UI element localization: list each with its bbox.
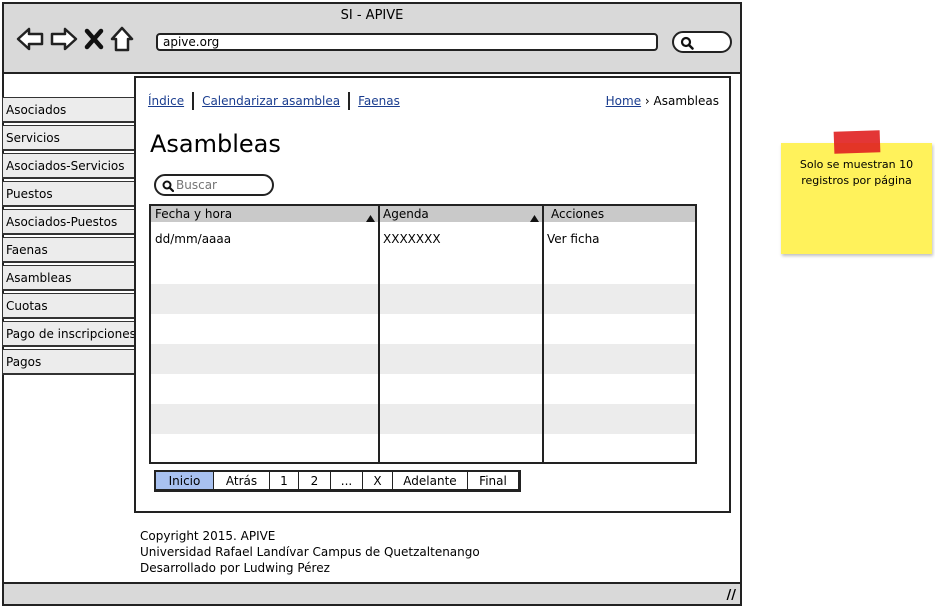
page-button-2[interactable]: 2 bbox=[298, 472, 330, 489]
sidebar-item-asociados-puestos[interactable]: Asociados-Puestos bbox=[2, 209, 136, 235]
tab-bar: Índice Calendarizar asamblea Faenas bbox=[148, 92, 408, 110]
back-arrow-icon[interactable] bbox=[16, 27, 44, 51]
footer-developer: Desarrollado por Ludwing Pérez bbox=[140, 561, 330, 575]
cell-ver-ficha-link[interactable]: Ver ficha bbox=[543, 224, 695, 254]
sidebar-item-asambleas[interactable]: Asambleas bbox=[2, 265, 136, 291]
column-header-fecha[interactable]: Fecha y hora bbox=[151, 206, 379, 222]
main-content: Índice Calendarizar asamblea Faenas Home… bbox=[134, 76, 731, 513]
column-header-acciones: Acciones bbox=[543, 206, 695, 222]
column-divider bbox=[378, 206, 380, 462]
table-row bbox=[151, 374, 695, 404]
footer: Copyright 2015. APIVE Universidad Rafael… bbox=[140, 528, 480, 576]
breadcrumb: Home › Asambleas bbox=[606, 94, 719, 108]
sidebar-item-servicios[interactable]: Servicios bbox=[2, 125, 136, 151]
table-row bbox=[151, 314, 695, 344]
sidebar-item-faenas[interactable]: Faenas bbox=[2, 237, 136, 263]
tab-faenas[interactable]: Faenas bbox=[348, 92, 408, 110]
column-divider bbox=[542, 206, 544, 462]
sidebar-item-pago-inscripciones[interactable]: Pago de inscripciones bbox=[2, 321, 136, 347]
table-row bbox=[151, 254, 695, 284]
home-icon[interactable] bbox=[110, 26, 134, 52]
browser-nav bbox=[16, 24, 134, 54]
page-button-atras[interactable]: Atrás bbox=[213, 472, 269, 489]
close-icon[interactable] bbox=[84, 28, 104, 50]
page-button-ellipsis[interactable]: ... bbox=[330, 472, 362, 489]
browser-search-box[interactable] bbox=[672, 31, 732, 53]
resize-grip-icon[interactable]: // bbox=[727, 588, 737, 603]
forward-arrow-icon[interactable] bbox=[50, 27, 78, 51]
cell-agenda: XXXXXXX bbox=[383, 232, 441, 246]
tab-indice[interactable]: Índice bbox=[148, 92, 192, 110]
window-title: SI - APIVE bbox=[340, 8, 404, 23]
search-box[interactable] bbox=[154, 174, 274, 196]
url-bar[interactable]: apive.org bbox=[156, 33, 658, 51]
column-header-label: Acciones bbox=[551, 207, 605, 221]
browser-titlebar: SI - APIVE apive.org bbox=[4, 4, 740, 74]
tab-calendarizar-asamblea[interactable]: Calendarizar asamblea bbox=[192, 92, 348, 110]
breadcrumb-current: Asambleas bbox=[653, 94, 719, 108]
column-header-label: Agenda bbox=[383, 207, 429, 221]
search-input[interactable] bbox=[176, 177, 266, 193]
sidebar-item-pagos[interactable]: Pagos bbox=[2, 349, 136, 375]
page-button-final[interactable]: Final bbox=[467, 472, 518, 489]
table-row[interactable]: dd/mm/aaaa XXXXXXX Ver ficha bbox=[151, 224, 695, 254]
page-button-inicio[interactable]: Inicio bbox=[156, 472, 213, 489]
page-title: Asambleas bbox=[150, 130, 281, 158]
footer-university: Universidad Rafael Landívar Campus de Qu… bbox=[140, 545, 480, 559]
sidebar-item-puestos[interactable]: Puestos bbox=[2, 181, 136, 207]
breadcrumb-separator: › bbox=[644, 94, 650, 108]
table-row bbox=[151, 404, 695, 434]
page-button-1[interactable]: 1 bbox=[269, 472, 298, 489]
sidebar-item-cuotas[interactable]: Cuotas bbox=[2, 293, 136, 319]
sidebar-item-asociados-servicios[interactable]: Asociados-Servicios bbox=[2, 153, 136, 179]
cell-fecha: dd/mm/aaaa bbox=[155, 232, 232, 246]
data-table: Fecha y hora Agenda Acciones dd/mm/aaaa … bbox=[149, 204, 697, 464]
page-button-x[interactable]: X bbox=[362, 472, 392, 489]
tape-decoration bbox=[833, 130, 881, 154]
table-header: Fecha y hora Agenda Acciones bbox=[151, 206, 695, 222]
sticky-note: Solo se muestran 10 registros por página bbox=[781, 130, 932, 254]
column-header-label: Fecha y hora bbox=[155, 207, 233, 221]
column-header-agenda[interactable]: Agenda bbox=[379, 206, 543, 222]
browser-statusbar: // bbox=[4, 582, 740, 604]
breadcrumb-home-link[interactable]: Home bbox=[606, 94, 641, 108]
sidebar: Asociados Servicios Asociados-Servicios … bbox=[2, 97, 136, 377]
sticky-note-text: Solo se muestran 10 registros por página bbox=[799, 158, 914, 187]
table-row bbox=[151, 434, 695, 462]
table-row bbox=[151, 284, 695, 314]
footer-copyright: Copyright 2015. APIVE bbox=[140, 529, 276, 543]
sidebar-item-asociados[interactable]: Asociados bbox=[2, 97, 136, 123]
table-row bbox=[151, 344, 695, 374]
pagination: Inicio Atrás 1 2 ... X Adelante Final bbox=[154, 470, 521, 492]
page-button-adelante[interactable]: Adelante bbox=[392, 472, 467, 489]
